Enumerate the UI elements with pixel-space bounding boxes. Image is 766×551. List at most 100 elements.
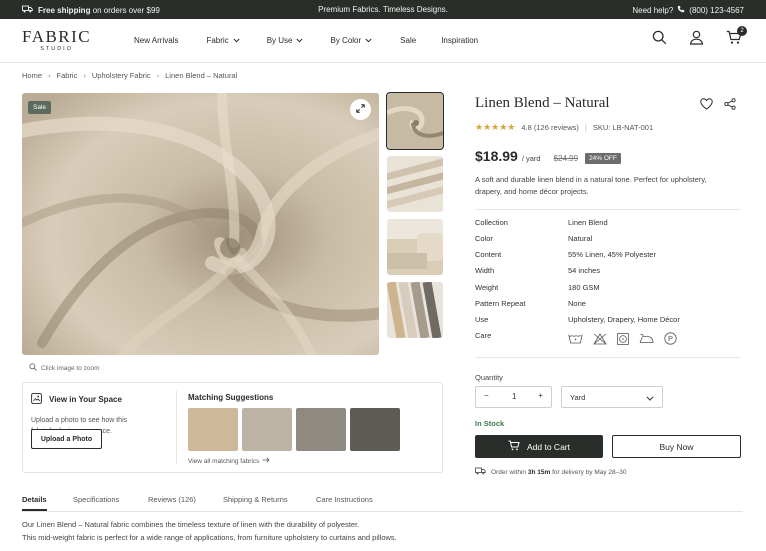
chevron-down-icon [233,36,240,45]
price-unit: / yard [521,154,541,163]
phone-number[interactable]: (800) 123-4567 [689,6,744,15]
add-to-cart-button[interactable]: Add to Cart [475,435,603,458]
nav-label: Fabric [206,36,229,45]
cart-icon[interactable]: 2 [726,26,747,47]
thumbnail-3[interactable] [387,219,443,275]
product-description: Our Linen Blend – Natural fabric combine… [22,518,743,544]
tab-reviews[interactable]: Reviews (126) [148,495,196,504]
main-product-image[interactable]: Sale [22,93,379,355]
spec-key: Color [475,234,493,243]
tab-shipping-returns[interactable]: Shipping & Returns [223,495,288,504]
nav-fabric[interactable]: Fabric [206,36,240,45]
suggestion-swatches [188,408,400,451]
promo-bar: Free shipping on orders over $99 Premium… [0,0,766,19]
quantity-decrease-button[interactable]: − [484,391,489,400]
nav-new-arrivals[interactable]: New Arrivals [134,36,178,45]
brand-sub: STUDIO [40,46,73,52]
unit-selected-value: Yard [570,393,586,402]
unit-select[interactable]: Yard [561,386,663,408]
breadcrumb-separator: › [83,71,86,80]
help-label: Need help? [632,5,674,15]
spec-value: Upholstery, Drapery, Home Décor [568,315,680,324]
expand-icon [356,104,365,115]
nav-by-use[interactable]: By Use [267,36,304,45]
breadcrumb: Home › Fabric › Upholstery Fabric › Line… [22,71,237,80]
swatch-charcoal[interactable] [350,408,400,451]
thumbnail-2[interactable] [387,156,443,212]
spec-value: Linen Blend [568,218,608,227]
nav-by-color[interactable]: By Color [330,36,372,45]
thumbnail-4[interactable] [387,282,443,338]
price-row: $18.99 / yard $24.99 24% OFF [475,148,621,165]
image-upload-icon [31,393,42,406]
spec-key: Pattern Repeat [475,299,526,308]
heart-icon[interactable] [700,98,713,112]
breadcrumb-upholstery[interactable]: Upholstery Fabric [92,71,151,80]
upload-photo-button[interactable]: Upload a Photo [31,429,102,449]
quantity-input[interactable]: 1 [512,392,516,401]
nav-label: New Arrivals [134,36,179,45]
quantity-stepper: − 1 + [475,386,552,408]
divider [475,209,741,210]
thumbnail-swirl-image [387,93,443,149]
no-bleach-icon [593,332,607,347]
chevron-down-icon [365,36,372,45]
thumbnail-rolls-image [387,156,443,212]
wash-30-icon [568,333,583,346]
dry-clean-p-icon: P [664,332,677,347]
breadcrumb-home[interactable]: Home [22,71,42,80]
swatch-taupe[interactable] [296,408,346,451]
spec-key: Content [475,250,502,259]
search-icon[interactable] [652,30,667,47]
chevron-down-icon [296,36,304,45]
breadcrumb-separator: › [156,71,160,80]
discount-badge: 24% OFF [585,153,621,164]
zoom-icon [29,363,37,373]
nav-sale[interactable]: Sale [400,36,416,45]
cart-count-badge: 2 [737,26,747,36]
brand-logo[interactable]: FABRIC STUDIO [22,27,92,52]
spec-key: Care [475,331,492,340]
sku: SKU: LB-NAT-001 [592,123,654,132]
suggestions-title: Matching Suggestions [188,393,274,402]
matching-suggestions: Matching Suggestions View all matching f… [188,393,400,465]
view-all-label: View all matching fabrics [188,457,260,465]
nav-label: Sale [400,36,417,45]
swatch-greige[interactable] [242,408,292,451]
tumble-dry-icon [617,332,629,347]
buy-now-button[interactable]: Buy Now [612,435,741,458]
brand-name: FABRIC [22,27,92,46]
nav-inspiration[interactable]: Inspiration [441,36,478,45]
quantity-increase-button[interactable]: + [538,391,543,400]
thumbnail-1[interactable] [386,92,444,150]
spec-key: Width [475,266,495,275]
original-price: $24.99 [553,154,579,163]
svg-text:P: P [668,334,673,343]
spec-value: 180 GSM [568,283,600,292]
delivery-time: 3h 15m [527,468,551,476]
spec-key: Weight [475,283,499,292]
share-icon[interactable] [724,98,736,112]
user-icon[interactable] [689,30,704,47]
tab-details[interactable]: Details [22,495,47,504]
chevron-down-icon [646,394,654,403]
spec-key: Use [475,315,489,324]
delivery-estimate: Order within 3h 15m for delivery by May … [475,467,627,477]
divider [176,391,177,464]
tab-care-instructions[interactable]: Care Instructions [316,495,373,504]
help-contact[interactable]: Need help? (800) 123-4567 [632,5,744,15]
linen-swirl-image [22,93,379,355]
breadcrumb-fabric[interactable]: Fabric [57,71,78,80]
site-header: FABRIC STUDIO New Arrivals Fabric By Use… [0,19,766,63]
breadcrumb-current: Linen Blend – Natural [165,71,238,80]
view-all-matching-link[interactable]: View all matching fabrics [188,457,400,465]
delivery-pre: Order within [491,468,527,476]
nav-label: Inspiration [441,36,479,45]
swatch-beige[interactable] [188,408,238,451]
iron-icon [639,333,654,346]
rating-text[interactable]: 4.8 (126 reviews) [521,123,579,132]
zoom-hint: Click image to zoom [29,363,100,373]
expand-button[interactable] [350,99,371,120]
product-title: Linen Blend – Natural [475,95,610,111]
tab-specifications[interactable]: Specifications [73,495,119,504]
